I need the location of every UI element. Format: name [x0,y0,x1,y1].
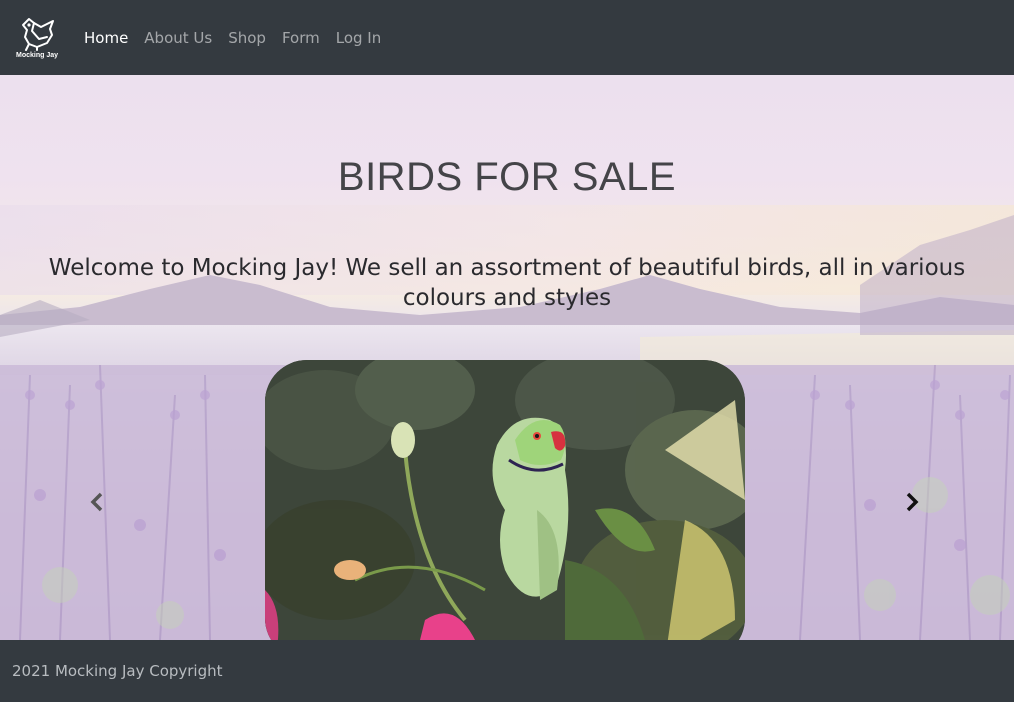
page-title: BIRDS FOR SALE [337,155,677,199]
nav-home[interactable]: Home [84,28,128,48]
chevron-left-icon [90,492,103,512]
page-footer: 2021 Mocking Jay Copyright [0,640,1014,702]
bird-carousel [0,360,1014,640]
carousel-prev-button[interactable] [85,490,109,514]
brand-name: Mocking Jay [15,51,58,59]
brand-logo-link[interactable]: Mocking Jay [12,8,62,68]
carousel-slide-image [265,360,745,640]
copyright-text: 2021 Mocking Jay Copyright [12,662,223,680]
nav-about-us[interactable]: About Us [144,28,212,48]
nav-form[interactable]: Form [282,28,320,48]
hero-section: BIRDS FOR SALE Welcome to Mocking Jay! W… [0,75,1014,640]
top-navbar: Mocking Jay Home About Us Shop Form Log … [0,0,1014,75]
nav-shop[interactable]: Shop [228,28,266,48]
mockingjay-bird-icon [22,17,54,51]
chevron-right-icon [906,492,919,512]
carousel-next-button[interactable] [900,490,924,514]
welcome-text: Welcome to Mocking Jay! We sell an assor… [48,255,966,311]
nav-log-in[interactable]: Log In [336,28,382,48]
parakeet-image [265,360,745,640]
